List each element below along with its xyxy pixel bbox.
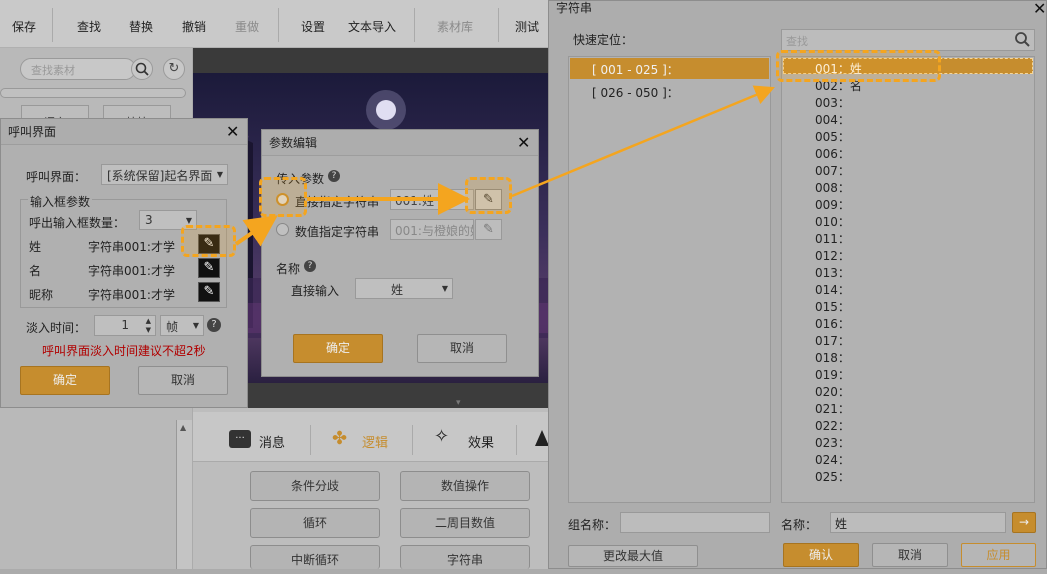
annotation-arrows — [234, 85, 775, 247]
arrow-to-param-dialog — [234, 215, 278, 247]
arrow-to-string-item — [511, 85, 775, 198]
